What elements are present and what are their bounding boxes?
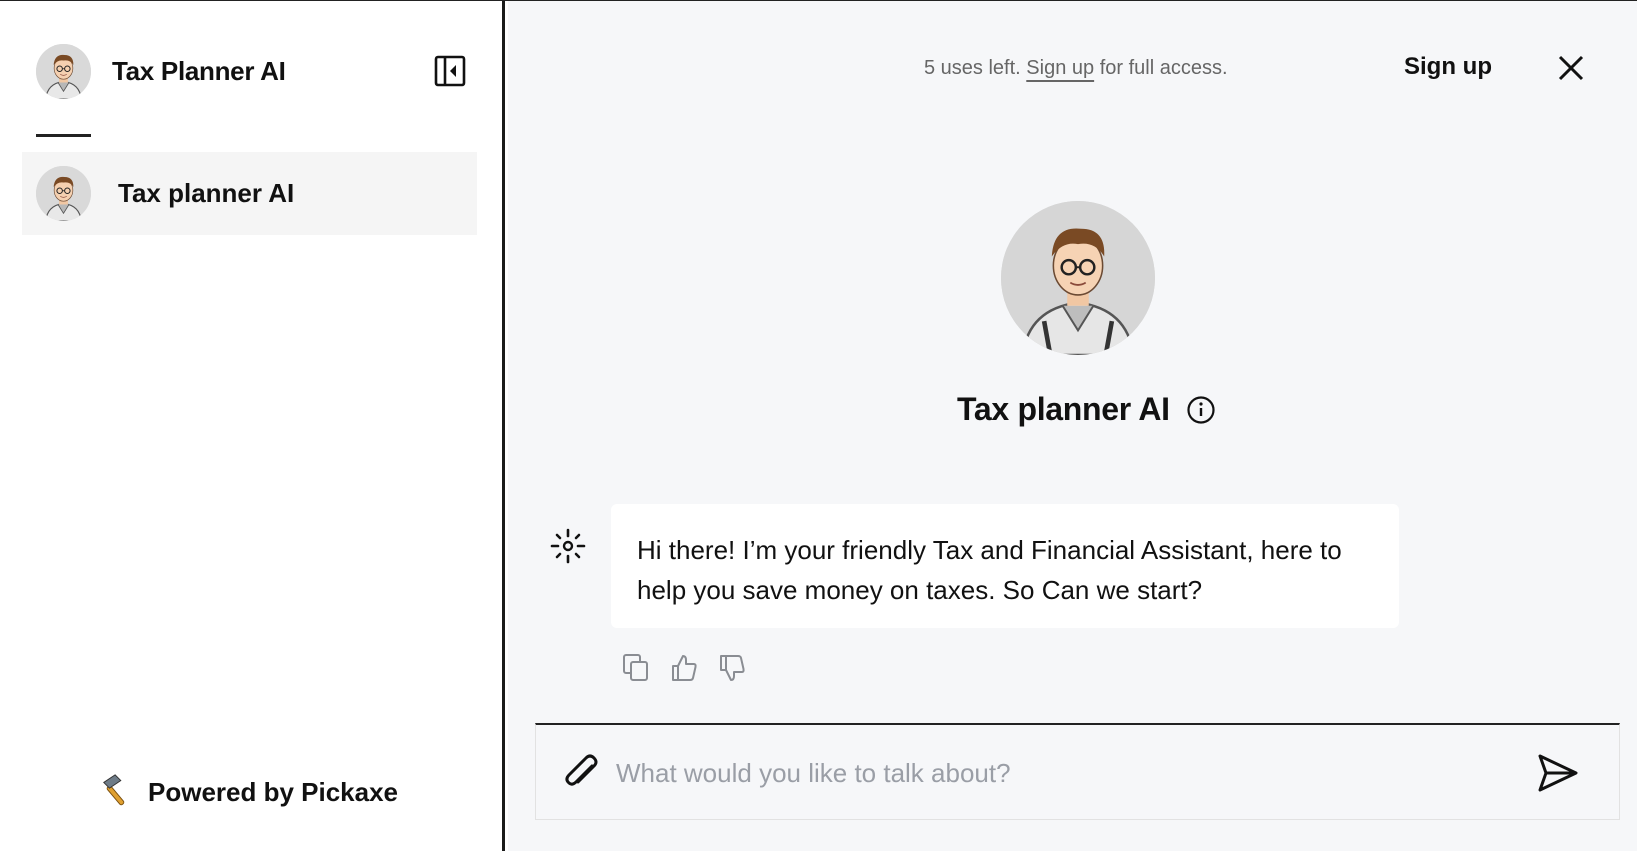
message-actions	[622, 653, 746, 683]
avatar	[36, 43, 91, 99]
usage-notice-suffix: for full access.	[1099, 57, 1228, 79]
thumbs-down-icon[interactable]	[718, 653, 746, 683]
thumbs-up-icon[interactable]	[670, 653, 698, 683]
avatar	[36, 166, 91, 221]
sparkle-icon	[550, 528, 586, 564]
chat-main: 5 uses left. Sign up for full access. Si…	[508, 1, 1637, 851]
sidebar-item-tax-planner[interactable]: Tax planner AI	[22, 152, 477, 235]
sidebar-collapse-icon[interactable]	[434, 55, 466, 87]
signup-button[interactable]: Sign up	[1404, 53, 1492, 81]
assistant-message: Hi there! I’m your friendly Tax and Fina…	[611, 504, 1399, 628]
powered-by[interactable]: Powered by Pickaxe	[100, 773, 398, 812]
message-input[interactable]	[616, 745, 1496, 801]
active-tab-indicator	[36, 134, 91, 137]
usage-notice: 5 uses left. Sign up for full access.	[924, 57, 1228, 80]
paperclip-icon[interactable]	[562, 752, 602, 794]
signup-link[interactable]: Sign up	[1026, 57, 1094, 79]
copy-icon[interactable]	[622, 653, 650, 683]
sidebar: Tax Planner AI Tax planner AI Powered by…	[0, 1, 505, 851]
info-icon[interactable]	[1186, 395, 1216, 425]
sidebar-title: Tax Planner AI	[112, 55, 286, 86]
bot-name: Tax planner AI	[957, 391, 1170, 427]
message-composer	[535, 723, 1620, 820]
send-icon[interactable]	[1536, 752, 1580, 794]
powered-by-label: Powered by Pickaxe	[148, 777, 399, 807]
close-icon[interactable]	[1556, 53, 1586, 83]
sidebar-item-label: Tax planner AI	[118, 178, 295, 208]
hammer-icon	[100, 773, 134, 812]
bot-avatar	[1001, 201, 1155, 355]
bot-header: Tax planner AI	[957, 391, 1216, 428]
uses-left-text: 5 uses left.	[924, 57, 1021, 79]
sidebar-header: Tax Planner AI	[36, 43, 466, 99]
